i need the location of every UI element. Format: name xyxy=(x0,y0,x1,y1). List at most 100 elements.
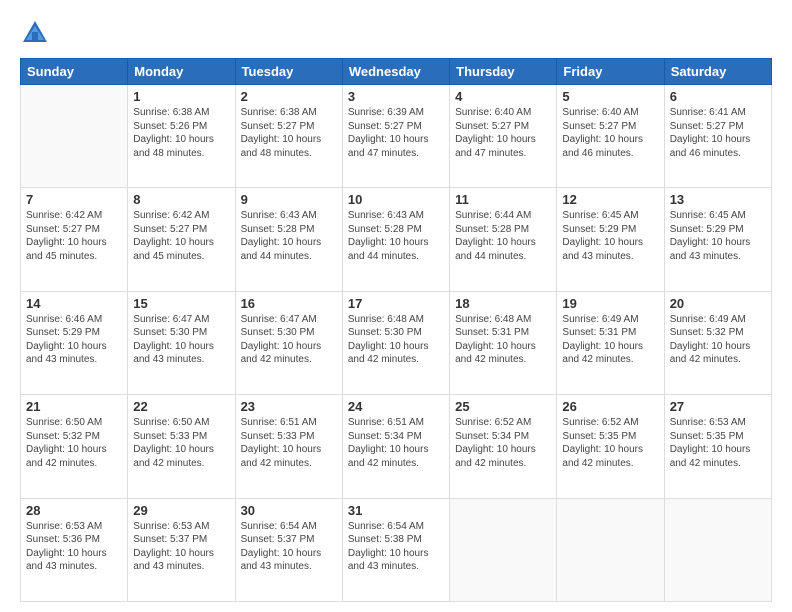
calendar-cell: 9 Sunrise: 6:43 AM Sunset: 5:28 PM Daylig… xyxy=(235,188,342,291)
calendar-cell: 18 Sunrise: 6:48 AM Sunset: 5:31 PM Dayli… xyxy=(450,291,557,394)
day-info: Sunrise: 6:48 AM Sunset: 5:31 PM Dayligh… xyxy=(455,313,551,367)
day-number: 21 xyxy=(26,399,122,414)
calendar-cell: 13 Sunrise: 6:45 AM Sunset: 5:29 PM Dayli… xyxy=(664,188,771,291)
day-info: Sunrise: 6:47 AM Sunset: 5:30 PM Dayligh… xyxy=(241,313,337,367)
day-info: Sunrise: 6:53 AM Sunset: 5:35 PM Dayligh… xyxy=(670,416,766,470)
calendar-cell: 1Sunrise: 6:38 AM Sunset: 5:26 PM Daylig… xyxy=(128,85,235,188)
day-info: Sunrise: 6:51 AM Sunset: 5:34 PM Dayligh… xyxy=(348,416,444,470)
calendar-cell: 10 Sunrise: 6:43 AM Sunset: 5:28 PM Dayli… xyxy=(342,188,449,291)
calendar-cell: 17Sunrise: 6:48 AM Sunset: 5:30 PM Dayli… xyxy=(342,291,449,394)
calendar-cell: 3 Sunrise: 6:39 AM Sunset: 5:27 PM Daylig… xyxy=(342,85,449,188)
day-number: 16 xyxy=(241,296,337,311)
day-number: 18 xyxy=(455,296,551,311)
day-number: 4 xyxy=(455,89,551,104)
week-row-1: 1Sunrise: 6:38 AM Sunset: 5:26 PM Daylig… xyxy=(21,85,772,188)
day-number: 3 xyxy=(348,89,444,104)
calendar-cell: 31 Sunrise: 6:54 AM Sunset: 5:38 PM Dayli… xyxy=(342,498,449,601)
day-number: 10 xyxy=(348,192,444,207)
day-info: Sunrise: 6:45 AM Sunset: 5:29 PM Dayligh… xyxy=(670,209,766,263)
page: SundayMondayTuesdayWednesdayThursdayFrid… xyxy=(0,0,792,612)
calendar-cell: 28 Sunrise: 6:53 AM Sunset: 5:36 PM Dayli… xyxy=(21,498,128,601)
calendar-cell xyxy=(450,498,557,601)
day-info: Sunrise: 6:52 AM Sunset: 5:34 PM Dayligh… xyxy=(455,416,551,470)
day-number: 15 xyxy=(133,296,229,311)
calendar-cell: 11 Sunrise: 6:44 AM Sunset: 5:28 PM Dayli… xyxy=(450,188,557,291)
day-number: 30 xyxy=(241,503,337,518)
day-number: 28 xyxy=(26,503,122,518)
calendar-cell xyxy=(557,498,664,601)
calendar-cell: 25 Sunrise: 6:52 AM Sunset: 5:34 PM Dayli… xyxy=(450,395,557,498)
day-number: 23 xyxy=(241,399,337,414)
day-info: Sunrise: 6:46 AM Sunset: 5:29 PM Dayligh… xyxy=(26,313,122,367)
day-info: Sunrise: 6:38 AM Sunset: 5:27 PM Dayligh… xyxy=(241,106,337,160)
day-number: 14 xyxy=(26,296,122,311)
day-number: 31 xyxy=(348,503,444,518)
weekday-header-thursday: Thursday xyxy=(450,59,557,85)
week-row-2: 7 Sunrise: 6:42 AM Sunset: 5:27 PM Daylig… xyxy=(21,188,772,291)
calendar-cell: 27 Sunrise: 6:53 AM Sunset: 5:35 PM Dayli… xyxy=(664,395,771,498)
day-info: Sunrise: 6:53 AM Sunset: 5:37 PM Dayligh… xyxy=(133,520,229,574)
day-info: Sunrise: 6:41 AM Sunset: 5:27 PM Dayligh… xyxy=(670,106,766,160)
day-info: Sunrise: 6:50 AM Sunset: 5:32 PM Dayligh… xyxy=(26,416,122,470)
calendar-cell xyxy=(21,85,128,188)
weekday-header-saturday: Saturday xyxy=(664,59,771,85)
calendar-cell xyxy=(664,498,771,601)
day-number: 29 xyxy=(133,503,229,518)
day-info: Sunrise: 6:45 AM Sunset: 5:29 PM Dayligh… xyxy=(562,209,658,263)
day-info: Sunrise: 6:42 AM Sunset: 5:27 PM Dayligh… xyxy=(26,209,122,263)
day-info: Sunrise: 6:53 AM Sunset: 5:36 PM Dayligh… xyxy=(26,520,122,574)
day-number: 12 xyxy=(562,192,658,207)
calendar-cell: 19 Sunrise: 6:49 AM Sunset: 5:31 PM Dayli… xyxy=(557,291,664,394)
calendar-cell: 7 Sunrise: 6:42 AM Sunset: 5:27 PM Daylig… xyxy=(21,188,128,291)
calendar-cell: 6 Sunrise: 6:41 AM Sunset: 5:27 PM Daylig… xyxy=(664,85,771,188)
day-number: 1 xyxy=(133,89,229,104)
day-number: 17 xyxy=(348,296,444,311)
day-info: Sunrise: 6:39 AM Sunset: 5:27 PM Dayligh… xyxy=(348,106,444,160)
day-info: Sunrise: 6:47 AM Sunset: 5:30 PM Dayligh… xyxy=(133,313,229,367)
calendar-cell: 5 Sunrise: 6:40 AM Sunset: 5:27 PM Daylig… xyxy=(557,85,664,188)
day-info: Sunrise: 6:40 AM Sunset: 5:27 PM Dayligh… xyxy=(562,106,658,160)
day-number: 13 xyxy=(670,192,766,207)
weekday-header-wednesday: Wednesday xyxy=(342,59,449,85)
day-number: 20 xyxy=(670,296,766,311)
day-info: Sunrise: 6:52 AM Sunset: 5:35 PM Dayligh… xyxy=(562,416,658,470)
day-number: 22 xyxy=(133,399,229,414)
day-info: Sunrise: 6:54 AM Sunset: 5:37 PM Dayligh… xyxy=(241,520,337,574)
logo-icon xyxy=(20,18,50,48)
calendar-cell: 2 Sunrise: 6:38 AM Sunset: 5:27 PM Daylig… xyxy=(235,85,342,188)
calendar-cell: 30 Sunrise: 6:54 AM Sunset: 5:37 PM Dayli… xyxy=(235,498,342,601)
weekday-header-monday: Monday xyxy=(128,59,235,85)
day-number: 11 xyxy=(455,192,551,207)
day-info: Sunrise: 6:51 AM Sunset: 5:33 PM Dayligh… xyxy=(241,416,337,470)
day-number: 27 xyxy=(670,399,766,414)
calendar-cell: 21 Sunrise: 6:50 AM Sunset: 5:32 PM Dayli… xyxy=(21,395,128,498)
day-number: 7 xyxy=(26,192,122,207)
day-number: 5 xyxy=(562,89,658,104)
day-info: Sunrise: 6:44 AM Sunset: 5:28 PM Dayligh… xyxy=(455,209,551,263)
day-info: Sunrise: 6:54 AM Sunset: 5:38 PM Dayligh… xyxy=(348,520,444,574)
day-info: Sunrise: 6:49 AM Sunset: 5:32 PM Dayligh… xyxy=(670,313,766,367)
day-number: 25 xyxy=(455,399,551,414)
day-number: 8 xyxy=(133,192,229,207)
day-info: Sunrise: 6:42 AM Sunset: 5:27 PM Dayligh… xyxy=(133,209,229,263)
day-number: 9 xyxy=(241,192,337,207)
weekday-header-friday: Friday xyxy=(557,59,664,85)
day-number: 24 xyxy=(348,399,444,414)
day-info: Sunrise: 6:40 AM Sunset: 5:27 PM Dayligh… xyxy=(455,106,551,160)
week-row-5: 28 Sunrise: 6:53 AM Sunset: 5:36 PM Dayli… xyxy=(21,498,772,601)
calendar-table: SundayMondayTuesdayWednesdayThursdayFrid… xyxy=(20,58,772,602)
weekday-header-row: SundayMondayTuesdayWednesdayThursdayFrid… xyxy=(21,59,772,85)
calendar-cell: 15 Sunrise: 6:47 AM Sunset: 5:30 PM Dayli… xyxy=(128,291,235,394)
day-number: 26 xyxy=(562,399,658,414)
day-number: 19 xyxy=(562,296,658,311)
week-row-4: 21 Sunrise: 6:50 AM Sunset: 5:32 PM Dayli… xyxy=(21,395,772,498)
weekday-header-sunday: Sunday xyxy=(21,59,128,85)
calendar-cell: 24 Sunrise: 6:51 AM Sunset: 5:34 PM Dayli… xyxy=(342,395,449,498)
day-info: Sunrise: 6:43 AM Sunset: 5:28 PM Dayligh… xyxy=(241,209,337,263)
day-info: Sunrise: 6:43 AM Sunset: 5:28 PM Dayligh… xyxy=(348,209,444,263)
day-number: 2 xyxy=(241,89,337,104)
day-number: 6 xyxy=(670,89,766,104)
calendar-cell: 22Sunrise: 6:50 AM Sunset: 5:33 PM Dayli… xyxy=(128,395,235,498)
day-info: Sunrise: 6:49 AM Sunset: 5:31 PM Dayligh… xyxy=(562,313,658,367)
weekday-header-tuesday: Tuesday xyxy=(235,59,342,85)
